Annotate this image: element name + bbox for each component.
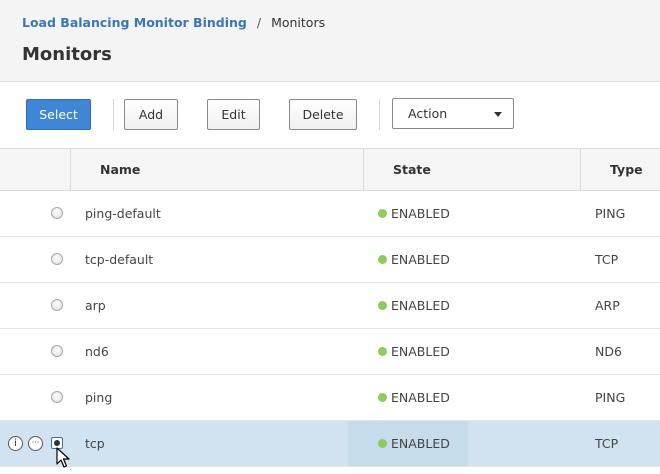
row-type: TCP xyxy=(595,252,619,267)
row-name: tcp-default xyxy=(85,252,154,267)
row-type: TCP xyxy=(595,436,619,451)
status-dot-icon xyxy=(378,393,387,402)
row-name: ping-default xyxy=(85,206,161,221)
row-state-label: ENABLED xyxy=(391,252,450,267)
status-dot-icon xyxy=(378,209,387,218)
row-name: ping xyxy=(85,390,113,405)
chevron-down-icon xyxy=(494,112,502,117)
column-header-type[interactable]: Type xyxy=(610,149,643,190)
action-dropdown-label: Action xyxy=(408,106,448,121)
column-header-name[interactable]: Name xyxy=(100,149,140,190)
row-type: ARP xyxy=(595,298,620,313)
status-dot-icon xyxy=(378,301,387,310)
row-select-radio[interactable] xyxy=(51,207,63,219)
row-name: nd6 xyxy=(85,344,109,359)
row-select-radio[interactable] xyxy=(51,345,63,357)
table-row[interactable]: ping-default ENABLED PING xyxy=(0,191,660,237)
status-dot-icon xyxy=(378,439,387,448)
table-row-selected[interactable]: i ··· tcp ENABLED TCP xyxy=(0,421,660,467)
more-icon[interactable]: ··· xyxy=(28,436,43,451)
row-name: arp xyxy=(85,298,106,313)
page-title: Monitors xyxy=(22,44,112,65)
monitors-page: Load Balancing Monitor Binding / Monitor… xyxy=(0,0,660,474)
row-state-label: ENABLED xyxy=(391,344,450,359)
column-divider xyxy=(70,149,71,190)
row-select-radio[interactable] xyxy=(51,391,63,403)
add-button[interactable]: Add xyxy=(124,99,178,130)
row-state: ENABLED xyxy=(378,421,450,466)
column-divider xyxy=(580,149,581,190)
row-select-radio[interactable] xyxy=(51,253,63,265)
row-select-radio[interactable] xyxy=(51,299,63,311)
row-type: ND6 xyxy=(595,344,622,359)
row-state: ENABLED xyxy=(378,329,450,374)
page-header: Load Balancing Monitor Binding / Monitor… xyxy=(0,0,660,82)
row-type: PING xyxy=(595,206,626,221)
toolbar-divider xyxy=(379,99,380,130)
column-header-state[interactable]: State xyxy=(393,149,431,190)
toolbar-divider xyxy=(113,99,114,130)
row-state: ENABLED xyxy=(378,375,450,420)
status-dot-icon xyxy=(378,255,387,264)
row-state-label: ENABLED xyxy=(391,390,450,405)
table-row[interactable]: arp ENABLED ARP xyxy=(0,283,660,329)
row-state-label: ENABLED xyxy=(391,206,450,221)
monitors-table: Name State Type ping-default ENABLED PIN… xyxy=(0,148,660,467)
row-state-label: ENABLED xyxy=(391,436,450,451)
edit-button[interactable]: Edit xyxy=(207,99,260,130)
row-state: ENABLED xyxy=(378,191,450,236)
table-row[interactable]: tcp-default ENABLED TCP xyxy=(0,237,660,283)
breadcrumb-parent-link[interactable]: Load Balancing Monitor Binding xyxy=(22,15,247,30)
table-header: Name State Type xyxy=(0,148,660,191)
action-dropdown[interactable]: Action xyxy=(392,98,514,129)
select-button[interactable]: Select xyxy=(26,99,91,130)
row-name: tcp xyxy=(85,436,105,451)
row-state: ENABLED xyxy=(378,283,450,328)
delete-button[interactable]: Delete xyxy=(289,99,357,130)
info-icon[interactable]: i xyxy=(8,436,23,451)
breadcrumb-separator: / xyxy=(256,15,262,30)
row-state: ENABLED xyxy=(378,237,450,282)
table-row[interactable]: nd6 ENABLED ND6 xyxy=(0,329,660,375)
row-state-label: ENABLED xyxy=(391,298,450,313)
row-type: PING xyxy=(595,390,626,405)
column-divider xyxy=(363,149,364,190)
toolbar: Select Add Edit Delete Action xyxy=(0,82,660,148)
row-select-radio[interactable] xyxy=(51,437,63,449)
status-dot-icon xyxy=(378,347,387,356)
table-row[interactable]: ping ENABLED PING xyxy=(0,375,660,421)
breadcrumb-current: Monitors xyxy=(271,15,326,30)
breadcrumb: Load Balancing Monitor Binding / Monitor… xyxy=(22,15,325,30)
